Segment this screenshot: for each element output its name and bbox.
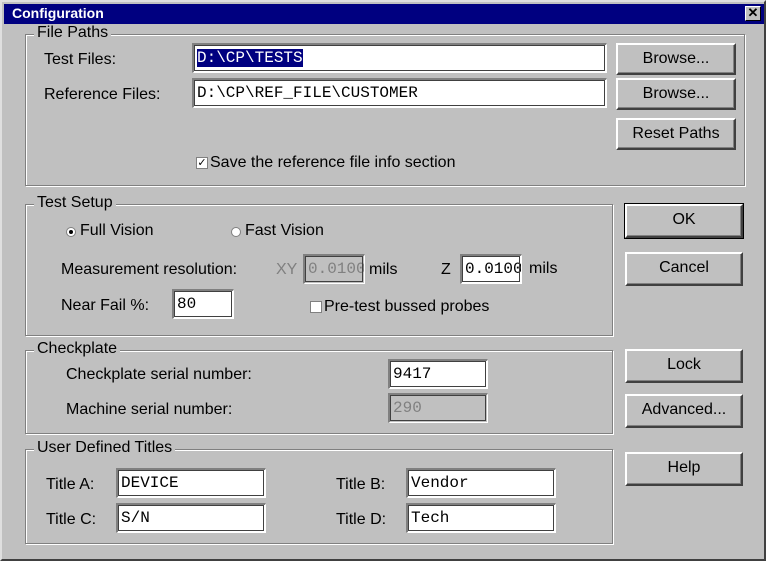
browse-test-label: Browse...	[642, 50, 710, 67]
user-titles-legend: User Defined Titles	[34, 439, 176, 457]
advanced-label: Advanced...	[641, 401, 727, 418]
full-vision-label[interactable]: Full Vision	[80, 222, 154, 240]
test-setup-group: Test Setup Full Vision Fast Vision Measu…	[25, 194, 613, 336]
title-a-input[interactable]: DEVICE	[116, 468, 266, 498]
checkplate-serial-label: Checkplate serial number:	[66, 366, 252, 383]
reference-files-input[interactable]: D:\CP\REF_FILE\CUSTOMER	[192, 78, 607, 108]
xy-resolution-input: 0.0100	[303, 254, 365, 284]
z-resolution-input[interactable]: 0.0100	[460, 254, 522, 284]
help-button[interactable]: Help	[625, 452, 743, 486]
title-bar[interactable]: Configuration ✕	[4, 4, 764, 24]
title-c-input[interactable]: S/N	[116, 503, 266, 533]
lock-button[interactable]: Lock	[625, 349, 743, 383]
file-paths-legend: File Paths	[34, 24, 112, 42]
title-c-label: Title C:	[46, 511, 97, 528]
title-b-label: Title B:	[336, 476, 386, 493]
fast-vision-label[interactable]: Fast Vision	[245, 222, 324, 240]
title-d-input[interactable]: Tech	[406, 503, 556, 533]
xy-units-label: mils	[369, 261, 398, 278]
save-reference-label[interactable]: Save the reference file info section	[210, 154, 455, 172]
checkplate-serial-input[interactable]: 9417	[388, 359, 488, 389]
lock-label: Lock	[667, 356, 701, 373]
checkplate-legend: Checkplate	[34, 340, 121, 358]
xy-label: XY	[276, 261, 298, 278]
user-titles-group: User Defined Titles Title A: DEVICE Titl…	[25, 439, 613, 544]
ok-button[interactable]: OK	[624, 203, 744, 239]
near-fail-label: Near Fail %:	[61, 297, 150, 314]
machine-serial-label: Machine serial number:	[66, 401, 233, 418]
test-files-value: D:\CP\TESTS	[196, 48, 304, 68]
advanced-button[interactable]: Advanced...	[625, 394, 743, 428]
close-icon[interactable]: ✕	[745, 6, 761, 21]
test-setup-legend: Test Setup	[34, 194, 116, 212]
window-title: Configuration	[12, 5, 104, 21]
title-d-label: Title D:	[336, 511, 387, 528]
z-units-label: mils	[529, 260, 558, 277]
save-reference-checkbox[interactable]: ✓	[196, 157, 208, 169]
machine-serial-input: 290	[388, 393, 488, 423]
near-fail-input[interactable]: 80	[172, 289, 234, 319]
configuration-dialog: Configuration ✕ File Paths Test Files: D…	[0, 0, 766, 561]
cancel-button[interactable]: Cancel	[625, 252, 743, 286]
help-label: Help	[667, 459, 701, 476]
file-paths-group: File Paths Test Files: D:\CP\TESTS Refer…	[25, 24, 745, 186]
checkplate-group: Checkplate Checkplate serial number: 941…	[25, 340, 613, 434]
z-label: Z	[441, 261, 451, 278]
ok-label: OK	[672, 211, 696, 228]
test-files-input[interactable]: D:\CP\TESTS	[192, 43, 607, 73]
title-b-input[interactable]: Vendor	[406, 468, 556, 498]
fast-vision-radio[interactable]	[231, 227, 241, 237]
browse-test-button[interactable]: Browse...	[616, 43, 736, 75]
browse-reference-label: Browse...	[642, 85, 710, 102]
full-vision-radio[interactable]	[66, 227, 76, 237]
cancel-label: Cancel	[659, 259, 709, 276]
reset-paths-label: Reset Paths	[632, 125, 720, 142]
measurement-resolution-label: Measurement resolution:	[61, 261, 238, 278]
pretest-label[interactable]: Pre-test bussed probes	[324, 298, 489, 316]
reset-paths-button[interactable]: Reset Paths	[616, 118, 736, 150]
reference-files-label: Reference Files:	[44, 86, 161, 103]
browse-reference-button[interactable]: Browse...	[616, 78, 736, 110]
pretest-checkbox[interactable]	[310, 301, 322, 313]
title-a-label: Title A:	[46, 476, 95, 493]
test-files-label: Test Files:	[44, 51, 117, 68]
